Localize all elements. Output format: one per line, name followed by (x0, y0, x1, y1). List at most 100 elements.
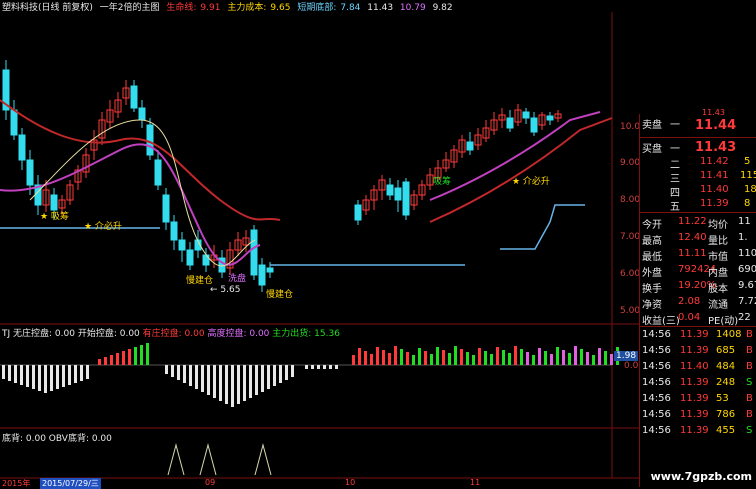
indicator-bar (598, 348, 601, 365)
indicator-bar (50, 365, 53, 391)
indicator-name[interactable]: TJ (2, 329, 10, 339)
book-vol: 18 (744, 184, 756, 195)
bottom-divergence-spikes (167, 443, 272, 476)
indicator-bar (134, 347, 137, 365)
tick-price: 11.39 (680, 345, 709, 356)
buy-label: 买盘 (642, 144, 662, 155)
candle-body (186, 249, 194, 266)
candle-body (266, 267, 274, 273)
tick-volume: 53 (716, 393, 729, 404)
indicator-bar (305, 365, 308, 369)
tick-time: 14:56 (642, 377, 671, 388)
indicator-bar (592, 355, 595, 365)
book-price: 11.40 (700, 184, 729, 195)
tick-row[interactable]: 14:56 11.39 455 S (640, 424, 756, 438)
indicator-bar (323, 365, 326, 369)
stat-label: 今开 (642, 220, 662, 231)
tick-row[interactable]: 14:56 11.40 484 B (640, 360, 756, 374)
indicator-bar (146, 343, 149, 365)
book-vol: 8 (744, 198, 751, 209)
candle-body (386, 184, 394, 196)
indicator-bar (550, 354, 553, 365)
tick-price: 11.39 (680, 393, 709, 404)
candle-body (154, 159, 162, 186)
indicator-bar (442, 350, 445, 365)
book-vol: 115 (740, 170, 756, 181)
candle-body (546, 115, 554, 121)
candle-body (146, 124, 154, 156)
indicator-bar (80, 365, 83, 381)
date-tick: 10 (345, 478, 356, 487)
candle-body (522, 111, 530, 119)
indicator-bar (26, 365, 29, 387)
tick-volume: 685 (716, 345, 736, 356)
candle-body (50, 194, 58, 211)
tick-side: B (746, 409, 753, 420)
candle-body (138, 107, 146, 121)
tick-time: 14:56 (642, 409, 671, 420)
indicator-bar (604, 351, 607, 365)
tick-row[interactable]: 14:56 11.39 53 B (640, 392, 756, 406)
stat-row: 外盘792424内盘6904 (640, 262, 756, 279)
kline-chart[interactable] (0, 0, 639, 487)
indicator-bar (370, 354, 373, 365)
tick-volume: 786 (716, 409, 736, 420)
indicator-bar (122, 351, 125, 365)
candle-body (26, 159, 34, 186)
bottom-indicator-values: : 0.00 OBV底背: 0.00 (20, 434, 112, 444)
indicator-bar (171, 365, 174, 377)
indicator-bar (568, 353, 571, 365)
stat-label: 流通 (708, 300, 728, 311)
indicator-bar (68, 365, 71, 385)
sell-label: 卖盘 (642, 120, 662, 131)
stat-label: 外盘 (642, 268, 662, 279)
indicator-bar (352, 355, 355, 365)
date-tick: 09 (205, 478, 216, 487)
indicator-bar (538, 348, 541, 365)
stat-row: 换手19.20%股本9.67 (640, 278, 756, 295)
tick-price: 11.40 (680, 361, 709, 372)
tick-side: B (746, 393, 753, 404)
indicator-bar (388, 353, 391, 365)
indicator-bar (382, 350, 385, 365)
price-tick: 8.00 (620, 195, 641, 205)
bottom-indicator-header: 底背: 0.00 OBV底背: 0.00 (2, 431, 112, 444)
indicator-bar (14, 365, 17, 383)
indicator-bar (556, 347, 559, 365)
indicator-bar (213, 365, 216, 398)
tick-volume: 1408 (716, 329, 742, 340)
indicator-bar (20, 365, 23, 385)
tick-row[interactable]: 14:56 11.39 248 S (640, 376, 756, 390)
indicator-bar (514, 346, 517, 365)
tick-row[interactable]: 14:56 11.39 1408 B (640, 328, 756, 342)
tick-row[interactable]: 14:56 11.39 685 B (640, 344, 756, 358)
signal-label: ★ 吸筹 (40, 212, 69, 222)
bottom-line (500, 204, 585, 250)
main-ship: 主力出货: 15.36 (272, 329, 340, 339)
tick-price: 11.39 (680, 377, 709, 388)
indicator-bar (610, 354, 613, 365)
tick-row[interactable]: 14:56 11.39 786 B (640, 408, 756, 422)
indicator-bar (219, 365, 222, 401)
tick-price: 11.39 (680, 409, 709, 420)
candle-body (354, 204, 362, 221)
build-label: 慢建仓 (186, 276, 214, 286)
stat-value: 110.8 (738, 248, 756, 259)
indicator-bar (74, 365, 77, 383)
indicator-bar (128, 349, 131, 365)
watermark: www.7gpzb.com (650, 470, 752, 483)
indicator-bar (508, 353, 511, 365)
indicator-bar (484, 351, 487, 365)
indicator-bar (38, 365, 41, 391)
indicator-bar (448, 353, 451, 365)
indicator-bar (412, 355, 415, 365)
indicator-bar (526, 352, 529, 365)
candle-body (162, 194, 170, 223)
has-control: 有庄控盘: 0.00 (142, 329, 205, 339)
build-label: 慢建仓 (266, 290, 294, 300)
price-tick: 9.00 (620, 158, 641, 168)
lifeline (429, 117, 613, 223)
bottom-indicator-name[interactable]: 底背 (2, 434, 20, 444)
tick-time: 14:56 (642, 345, 671, 356)
indicator-bar (104, 357, 107, 365)
